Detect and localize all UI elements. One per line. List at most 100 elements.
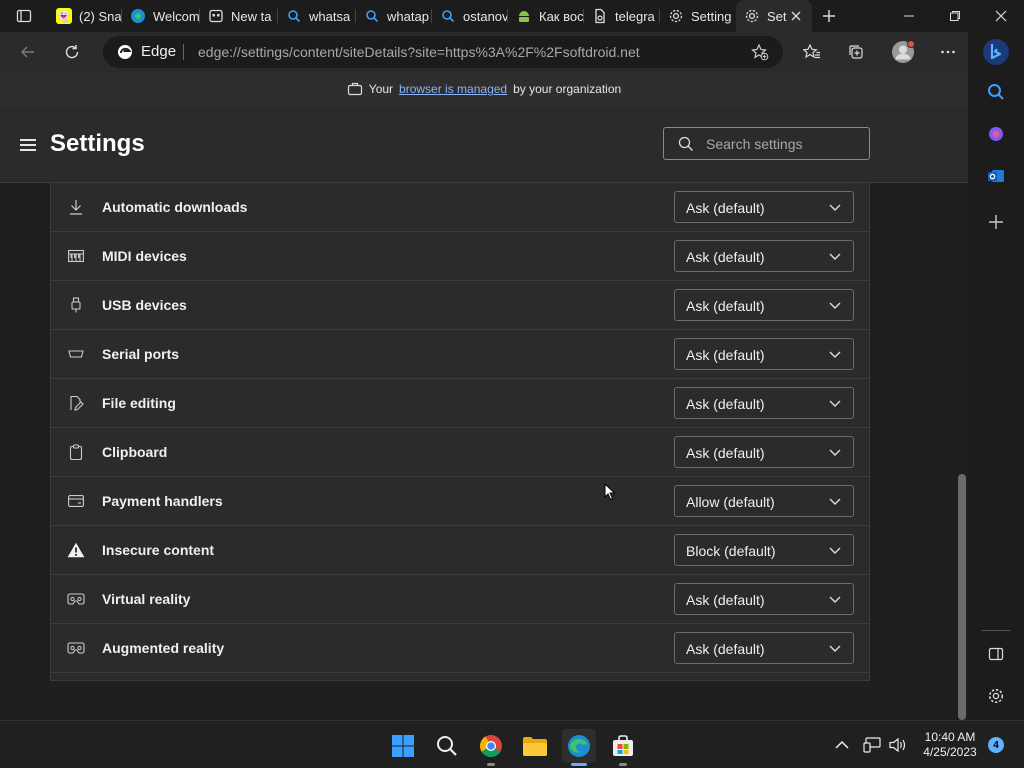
- profile-button[interactable]: [888, 37, 918, 67]
- permission-dropdown[interactable]: Block (default): [674, 534, 854, 566]
- show-hidden-icons-button[interactable]: [828, 731, 856, 759]
- midi-keyboard-icon: [67, 247, 85, 265]
- ar-headset-icon: [67, 639, 85, 657]
- usb-icon: [67, 296, 85, 314]
- favorite-add-icon[interactable]: [751, 43, 769, 61]
- tab-settings-active[interactable]: Set: [736, 0, 812, 32]
- tab-newtab[interactable]: New ta: [200, 0, 278, 32]
- address-bar[interactable]: Edge edge://settings/content/siteDetails…: [103, 36, 783, 68]
- chevron-down-icon: [829, 645, 841, 652]
- refresh-button[interactable]: [58, 38, 86, 66]
- permission-dropdown[interactable]: Allow (default): [674, 485, 854, 517]
- dropdown-value: Ask (default): [686, 641, 765, 657]
- tab-snapchat[interactable]: 👻 (2) Snap: [48, 0, 122, 32]
- tab-label: Как вос: [539, 8, 584, 24]
- permission-label: File editing: [102, 395, 176, 411]
- hamburger-menu-icon[interactable]: [20, 139, 36, 151]
- system-clock[interactable]: 10:40 AM 4/25/2023: [918, 730, 982, 760]
- permission-dropdown[interactable]: Ask (default): [674, 338, 854, 370]
- settings-header: Settings: [0, 106, 968, 183]
- sidebar-search-button[interactable]: [982, 78, 1010, 106]
- sidebar-settings-button[interactable]: [982, 682, 1010, 710]
- start-button[interactable]: [386, 729, 420, 763]
- permission-row-serial-ports: Serial ports Ask (default): [51, 330, 869, 379]
- outlook-icon: [988, 170, 1004, 182]
- permission-label: Serial ports: [102, 346, 180, 362]
- bing-chat-button[interactable]: [980, 36, 1012, 68]
- permission-row-file-editing: File editing Ask (default): [51, 379, 869, 428]
- minimize-button[interactable]: [886, 0, 932, 32]
- permission-dropdown[interactable]: Ask (default): [674, 387, 854, 419]
- permission-dropdown[interactable]: Ask (default): [674, 240, 854, 272]
- permission-row-virtual-reality: Virtual reality Ask (default): [51, 575, 869, 624]
- restore-button[interactable]: [932, 0, 978, 32]
- plus-icon: [823, 10, 835, 22]
- refresh-icon: [65, 45, 79, 59]
- taskbar-store-button[interactable]: [606, 729, 640, 766]
- restore-icon: [950, 11, 960, 21]
- tab-whatap[interactable]: whatap: [356, 0, 432, 32]
- volume-tray-button[interactable]: [884, 731, 912, 759]
- new-tab-button[interactable]: [812, 0, 846, 32]
- more-menu-button[interactable]: [934, 38, 962, 66]
- taskbar-explorer-button[interactable]: [518, 729, 552, 763]
- close-tab-icon[interactable]: [788, 8, 804, 24]
- taskbar-chrome-button[interactable]: [474, 729, 508, 766]
- notification-badge[interactable]: 4: [988, 737, 1004, 753]
- clock-time: 10:40 AM: [924, 730, 976, 744]
- windows-taskbar: 10:40 AM 4/25/2023 4: [0, 720, 1024, 768]
- permission-row-augmented-reality: Augmented reality Ask (default): [51, 624, 869, 673]
- serial-port-icon: [67, 345, 85, 363]
- clock-date: 4/25/2023: [923, 745, 977, 759]
- url-text[interactable]: edge://settings/content/siteDetails?site…: [198, 44, 640, 60]
- search-box[interactable]: [663, 127, 870, 160]
- permission-dropdown[interactable]: Ask (default): [674, 632, 854, 664]
- page-scrollbar[interactable]: [958, 474, 966, 720]
- tab-label: whatap: [387, 8, 429, 24]
- payment-card-icon: [67, 492, 85, 510]
- network-tray-button[interactable]: [858, 731, 886, 759]
- tab-android[interactable]: Как вос: [508, 0, 584, 32]
- chevron-down-icon: [829, 498, 841, 505]
- tab-actions-icon: [16, 9, 32, 23]
- permission-label: Augmented reality: [102, 640, 225, 656]
- tab-whatsa[interactable]: whatsa: [278, 0, 356, 32]
- hide-sidebar-button[interactable]: [982, 640, 1010, 668]
- taskbar-search-button[interactable]: [430, 729, 464, 763]
- clipboard-icon: [67, 443, 85, 461]
- permission-label: USB devices: [102, 297, 187, 313]
- tab-actions-button[interactable]: [0, 0, 48, 32]
- collections-button[interactable]: [842, 38, 870, 66]
- back-button[interactable]: [14, 38, 42, 66]
- search-icon: [440, 8, 456, 24]
- permission-dropdown[interactable]: Ask (default): [674, 436, 854, 468]
- permission-dropdown[interactable]: Ask (default): [674, 191, 854, 223]
- speaker-icon: [889, 737, 906, 753]
- ellipsis-icon: [941, 50, 955, 54]
- tab-ostanov[interactable]: ostanov: [432, 0, 508, 32]
- sidebar-toggle-icon: [988, 647, 1004, 661]
- sidebar-add-button[interactable]: [982, 208, 1010, 236]
- search-input[interactable]: [706, 135, 856, 152]
- search-icon: [286, 8, 302, 24]
- tab-welcome[interactable]: Welcom: [122, 0, 200, 32]
- sidebar-copilot-button[interactable]: [982, 120, 1010, 148]
- chevron-down-icon: [829, 547, 841, 554]
- banner-prefix: Your: [368, 82, 394, 96]
- tab-settings-1[interactable]: Setting: [660, 0, 736, 32]
- favorites-button[interactable]: [798, 38, 826, 66]
- permission-label: Insecure content: [102, 542, 215, 558]
- permission-dropdown[interactable]: Ask (default): [674, 583, 854, 615]
- tab-label: Welcom: [153, 8, 200, 24]
- dropdown-value: Ask (default): [686, 347, 765, 363]
- taskbar-edge-button[interactable]: [562, 729, 596, 766]
- close-window-button[interactable]: [978, 0, 1024, 32]
- dropdown-value: Ask (default): [686, 396, 765, 412]
- tab-label: whatsa: [309, 8, 351, 24]
- tab-telegram[interactable]: telegra: [584, 0, 660, 32]
- page-title: Settings: [50, 130, 145, 157]
- chevron-down-icon: [829, 596, 841, 603]
- managed-link[interactable]: browser is managed: [399, 82, 507, 96]
- permission-dropdown[interactable]: Ask (default): [674, 289, 854, 321]
- sidebar-outlook-button[interactable]: [982, 162, 1010, 190]
